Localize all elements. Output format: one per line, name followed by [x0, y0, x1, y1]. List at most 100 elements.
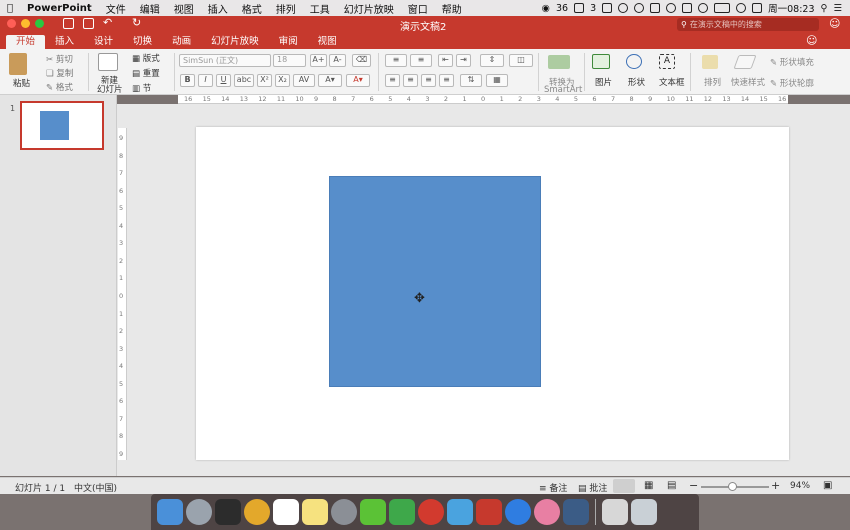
cloud-icon[interactable]	[666, 3, 677, 13]
spotlight-icon[interactable]: ⚲	[821, 3, 828, 14]
format-painter-button[interactable]: ✎ 格式	[46, 81, 73, 93]
font-size-select[interactable]: 18	[273, 54, 306, 67]
save-icon[interactable]	[83, 18, 94, 29]
zoom-out-button[interactable]: −	[689, 479, 698, 492]
slide-sorter-view-button[interactable]: ▦	[644, 480, 653, 491]
new-slide-label-2[interactable]: 幻灯片	[97, 83, 123, 95]
sidebar-toggle-icon[interactable]	[63, 18, 74, 29]
trash-icon[interactable]	[631, 499, 657, 525]
video-app-icon[interactable]	[563, 499, 589, 525]
underline-button[interactable]: U	[216, 74, 231, 87]
arrange-icon[interactable]	[702, 55, 718, 69]
bullets-button[interactable]: ≡	[385, 54, 407, 67]
shape-label[interactable]: 形状	[628, 76, 645, 88]
tab-animations[interactable]: 动画	[162, 35, 201, 49]
char-spacing-button[interactable]: AV	[293, 74, 315, 87]
numbering-button[interactable]: ≡	[410, 54, 432, 67]
shape-fill-button[interactable]: ✎ 形状填充	[770, 56, 814, 68]
bluetooth-icon[interactable]	[682, 3, 693, 13]
copy-button[interactable]: ❏ 复制	[46, 67, 73, 79]
italic-button[interactable]: I	[198, 74, 213, 87]
tab-home[interactable]: 开始	[6, 35, 46, 49]
menu-insert[interactable]: 插入	[201, 1, 235, 16]
apple-icon[interactable]: 	[0, 3, 20, 14]
cut-button[interactable]: ✂ 剪切	[46, 53, 73, 65]
mission-control-icon[interactable]	[215, 499, 241, 525]
volume-icon[interactable]	[736, 3, 747, 13]
quick-styles-label[interactable]: 快速样式	[731, 76, 765, 88]
zoom-slider-thumb[interactable]	[728, 482, 737, 491]
new-slide-icon[interactable]	[98, 53, 118, 71]
tab-design[interactable]: 设计	[84, 35, 123, 49]
smiley-feedback-icon[interactable]: ☺	[806, 34, 817, 47]
music-app-icon[interactable]	[534, 499, 560, 525]
menu-edit[interactable]: 编辑	[133, 1, 167, 16]
decrease-indent-button[interactable]: ⇤	[438, 54, 453, 67]
evernote-icon[interactable]	[650, 3, 661, 13]
vertical-ruler[interactable]: 9 8 7 6 5 4 3 2 1 0 1 2 3 4 5 6 7 8 9	[118, 128, 127, 460]
reading-view-button[interactable]: ▤	[667, 480, 676, 491]
powerpoint-dock-icon[interactable]	[476, 499, 502, 525]
a-icon[interactable]	[574, 3, 585, 13]
sync-icon[interactable]	[634, 3, 645, 13]
menu-view[interactable]: 视图	[167, 1, 201, 16]
textbox-label[interactable]: 文本框	[659, 76, 685, 88]
calendar-icon[interactable]	[273, 499, 299, 525]
smartart-icon[interactable]	[548, 55, 570, 69]
language-indicator[interactable]: 中文(中国)	[74, 481, 117, 494]
align-right-button[interactable]: ≡	[421, 74, 436, 87]
subscript-button[interactable]: X₂	[275, 74, 290, 87]
menu-format[interactable]: 格式	[235, 1, 269, 16]
tab-transitions[interactable]: 切换	[123, 35, 162, 49]
search-box[interactable]: ⚲ 在演示文稿中的搜索	[677, 18, 819, 31]
menu-arrange[interactable]: 排列	[269, 1, 303, 16]
zoom-window-button[interactable]	[35, 19, 44, 28]
columns-button[interactable]: ◫	[509, 54, 533, 67]
section-button[interactable]: ▥ 节	[132, 82, 151, 94]
align-text-button[interactable]: ▦	[486, 74, 508, 87]
share-user-icon[interactable]: ☺	[829, 17, 840, 30]
wechat-icon[interactable]: ◉	[542, 3, 550, 14]
text-effects-button[interactable]: A▾	[318, 74, 342, 87]
wifi-icon[interactable]	[698, 3, 709, 13]
normal-view-button[interactable]	[613, 479, 635, 493]
system-preferences-icon[interactable]	[331, 499, 357, 525]
picture-icon[interactable]	[592, 54, 610, 69]
tab-review[interactable]: 审阅	[269, 35, 308, 49]
zoom-percent[interactable]: 94%	[790, 481, 810, 491]
comments-button[interactable]: ▤ 批注	[578, 481, 607, 494]
clock-text[interactable]: 周一08:23	[768, 1, 814, 15]
paste-icon[interactable]	[9, 53, 27, 75]
notes-button[interactable]: ≡ 备注	[539, 481, 567, 494]
font-name-select[interactable]: SimSun (正文)	[179, 54, 271, 67]
redo-icon[interactable]: ↻	[132, 16, 141, 29]
menu-file[interactable]: 文件	[99, 1, 133, 16]
textbox-icon[interactable]: A	[659, 54, 675, 69]
paste-label[interactable]: 粘贴	[13, 77, 30, 89]
grow-font-button[interactable]: A+	[310, 54, 327, 67]
picture-label[interactable]: 图片	[595, 76, 612, 88]
zoom-in-button[interactable]: +	[771, 479, 780, 492]
notification-center-icon[interactable]: ☰	[833, 3, 842, 14]
shape-outline-button[interactable]: ✎ 形状轮廓	[770, 77, 814, 89]
strikethrough-button[interactable]: abc	[234, 74, 254, 87]
line-spacing-button[interactable]: ⇕	[480, 54, 504, 67]
reset-button[interactable]: ▤ 重置	[132, 67, 160, 79]
fit-to-window-button[interactable]: ▣	[823, 480, 832, 491]
smartart-label-2[interactable]: SmartArt	[544, 85, 582, 95]
save-status-icon[interactable]	[602, 3, 613, 13]
arrange-label[interactable]: 排列	[704, 76, 721, 88]
slide-thumbnail-1[interactable]	[20, 101, 104, 150]
clear-format-button[interactable]: ⌫	[352, 54, 371, 67]
menu-help[interactable]: 帮助	[435, 1, 469, 16]
evernote-dock-icon[interactable]	[389, 499, 415, 525]
align-left-button[interactable]: ≡	[385, 74, 400, 87]
safari-icon[interactable]	[505, 499, 531, 525]
bold-button[interactable]: B	[180, 74, 195, 87]
quick-styles-icon[interactable]	[733, 55, 757, 69]
menu-app-name[interactable]: PowerPoint	[20, 3, 99, 14]
layout-button[interactable]: ▦ 版式	[132, 52, 160, 64]
undo-icon[interactable]: ↶	[103, 16, 112, 29]
bank-app-icon[interactable]	[418, 499, 444, 525]
battery-icon[interactable]	[714, 3, 731, 13]
